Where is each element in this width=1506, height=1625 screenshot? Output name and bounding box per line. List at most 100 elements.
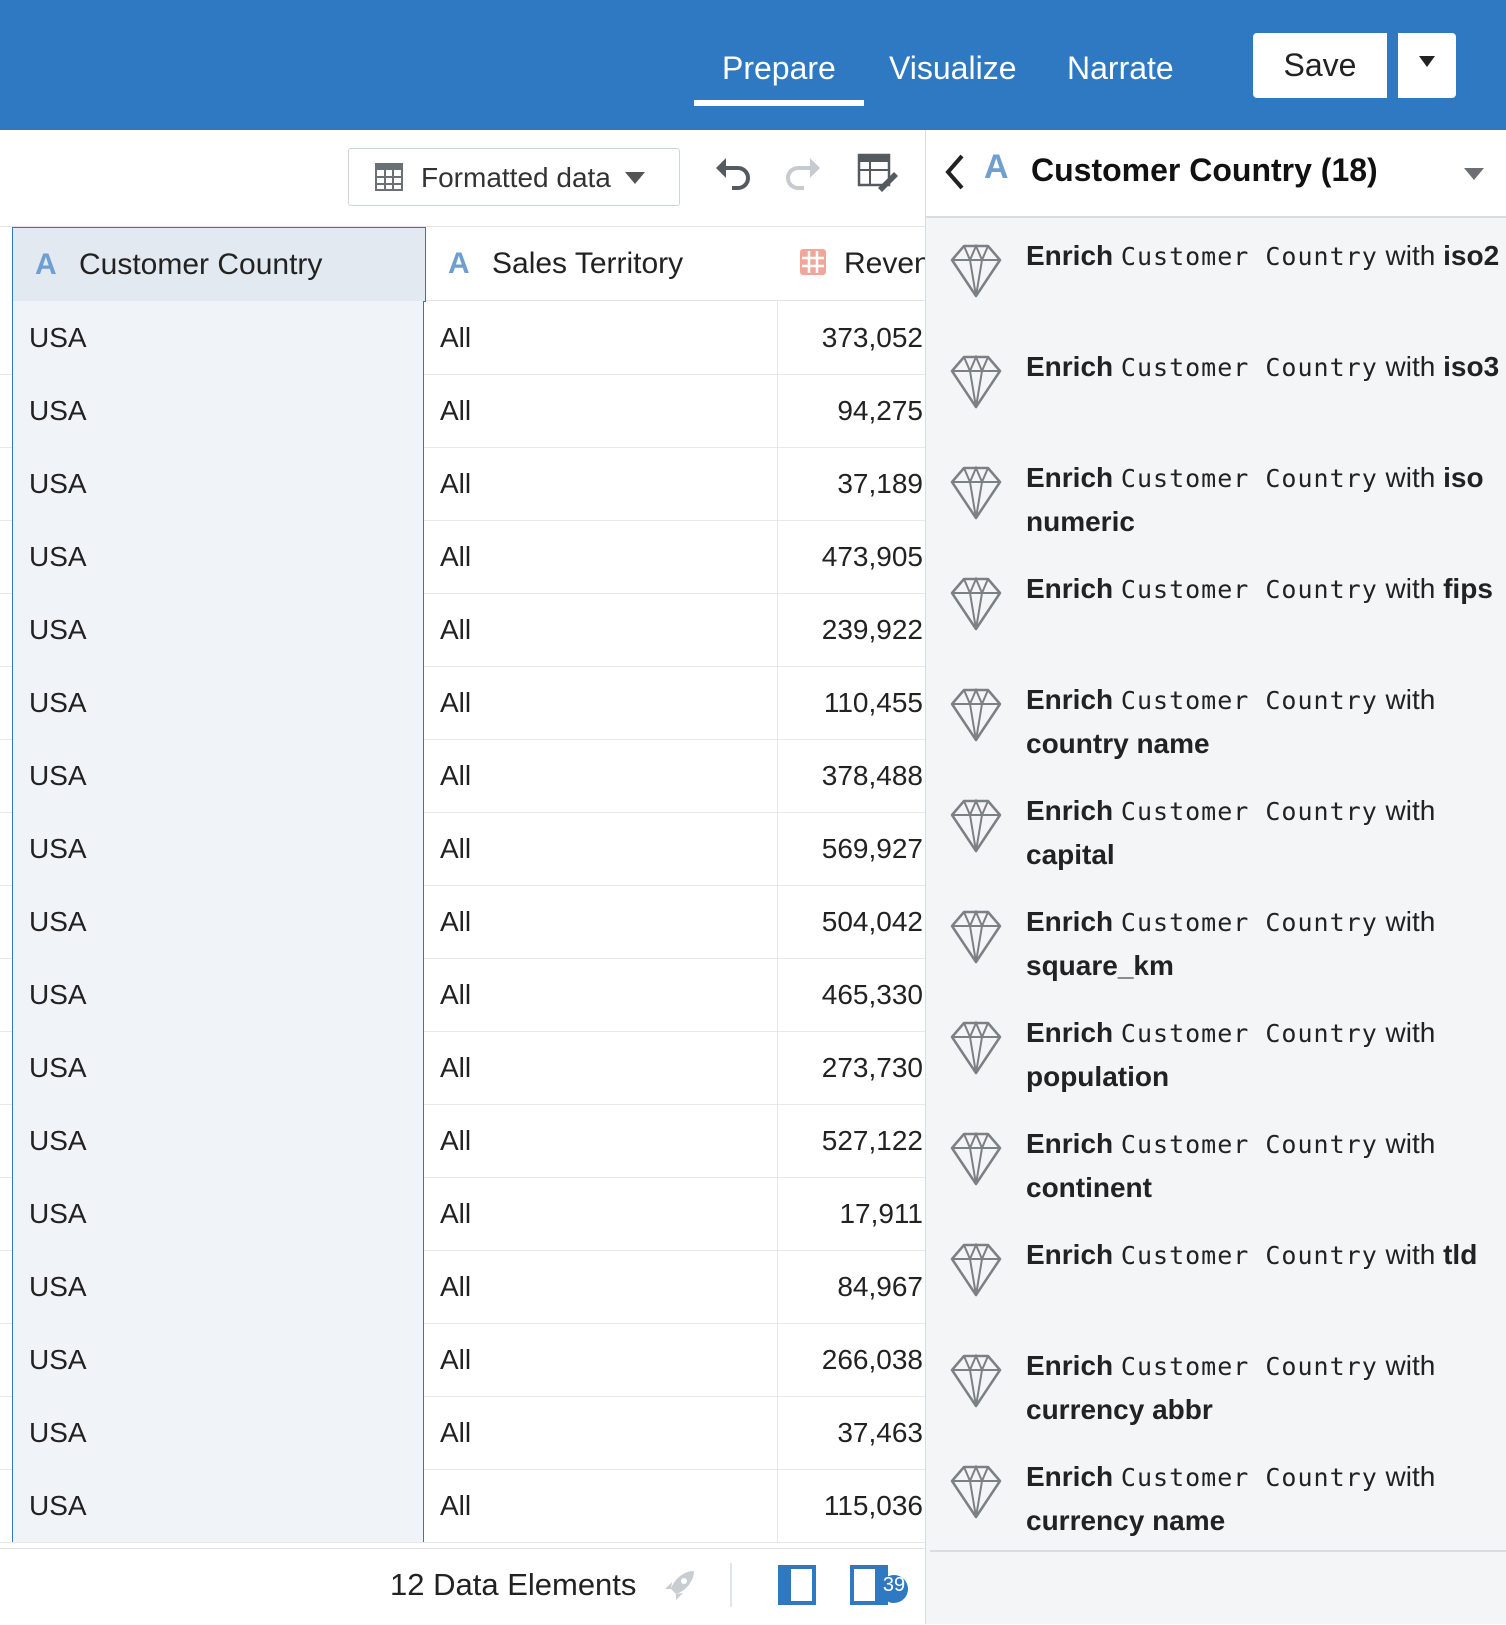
- enrich-recommendation-item[interactable]: Enrich Customer Country with continent: [930, 1106, 1506, 1219]
- cell-sales-territory[interactable]: All: [426, 958, 778, 1031]
- enrich-recommendation-item[interactable]: Enrich Customer Country with currency ab…: [930, 1328, 1506, 1441]
- cell-sales-territory[interactable]: All: [426, 666, 778, 739]
- cell-customer-country[interactable]: USA: [12, 374, 424, 447]
- cell-customer-country[interactable]: USA: [12, 885, 424, 958]
- panel-toggle-icon[interactable]: [778, 1565, 816, 1605]
- save-menu-button[interactable]: [1398, 33, 1456, 98]
- enrich-recommendation-item[interactable]: Enrich Customer Country with tld: [930, 1217, 1506, 1330]
- cell-sales-territory[interactable]: All: [426, 447, 778, 520]
- cell-customer-country[interactable]: USA: [12, 739, 424, 812]
- column-header-sales-territory[interactable]: A Sales Territory: [426, 227, 779, 301]
- enrich-attribute: population: [1026, 1061, 1170, 1092]
- cell-revenue[interactable]: 37,189: [778, 447, 923, 520]
- enrich-recommendation-item[interactable]: Enrich Customer Country with currency na…: [930, 1439, 1506, 1552]
- rocket-icon[interactable]: [660, 1565, 700, 1605]
- enrich-recommendation-item[interactable]: Enrich Customer Country with square_km: [930, 884, 1506, 997]
- diamond-icon: [950, 1020, 1002, 1075]
- table-row: USA All 373,052: [0, 301, 925, 375]
- enrich-recommendation-item[interactable]: Enrich Customer Country with capital: [930, 773, 1506, 886]
- table-row: USA All 239,922: [0, 593, 925, 667]
- column-header-revenue[interactable]: Reven: [778, 227, 925, 301]
- cell-revenue[interactable]: 273,730: [778, 1031, 923, 1104]
- cell-customer-country[interactable]: USA: [12, 1177, 424, 1250]
- cell-revenue[interactable]: 84,967: [778, 1250, 923, 1323]
- table-row: USA All 17,911: [0, 1177, 925, 1251]
- cell-sales-territory[interactable]: All: [426, 301, 778, 374]
- cell-sales-territory[interactable]: All: [426, 374, 778, 447]
- table-row: USA All 273,730: [0, 1031, 925, 1105]
- cell-customer-country[interactable]: USA: [12, 593, 424, 666]
- cell-revenue[interactable]: 94,275: [778, 374, 923, 447]
- cell-revenue[interactable]: 465,330: [778, 958, 923, 1031]
- tab-visualize[interactable]: Visualize: [889, 48, 1016, 88]
- tab-prepare[interactable]: Prepare: [694, 48, 864, 106]
- chevron-down-icon: [625, 172, 645, 184]
- back-chevron-icon[interactable]: [942, 152, 968, 192]
- cell-revenue[interactable]: 527,122: [778, 1104, 923, 1177]
- cell-revenue[interactable]: 239,922: [778, 593, 923, 666]
- cell-sales-territory[interactable]: All: [426, 739, 778, 812]
- enrich-with: with: [1385, 462, 1436, 493]
- cell-revenue[interactable]: 378,488: [778, 739, 923, 812]
- enrich-recommendation-item[interactable]: Enrich Customer Country with iso numeric: [930, 440, 1506, 553]
- cell-revenue[interactable]: 504,042: [778, 885, 923, 958]
- edit-grid-icon[interactable]: [856, 152, 898, 194]
- text-attribute-icon: A: [448, 247, 470, 280]
- enrich-recommendation-item[interactable]: Enrich Customer Country with iso2: [930, 218, 1506, 331]
- cell-sales-territory[interactable]: All: [426, 1469, 778, 1542]
- cell-customer-country[interactable]: USA: [12, 1031, 424, 1104]
- undo-icon[interactable]: [712, 152, 754, 194]
- cell-sales-territory[interactable]: All: [426, 593, 778, 666]
- cell-customer-country[interactable]: USA: [12, 301, 424, 374]
- cell-customer-country[interactable]: USA: [12, 1323, 424, 1396]
- enrich-recommendation-item[interactable]: Enrich Customer Country with fips: [930, 551, 1506, 664]
- cell-customer-country[interactable]: USA: [12, 666, 424, 739]
- enrich-with: with: [1385, 1017, 1436, 1048]
- table-icon: [375, 163, 403, 191]
- cell-sales-territory[interactable]: All: [426, 1396, 778, 1469]
- cell-sales-territory[interactable]: All: [426, 1323, 778, 1396]
- cell-sales-territory[interactable]: All: [426, 812, 778, 885]
- enrich-recommendation-item[interactable]: Enrich Customer Country with country nam…: [930, 662, 1506, 775]
- enrich-word: Enrich: [1026, 573, 1114, 604]
- enrich-with: with: [1385, 795, 1436, 826]
- cell-customer-country[interactable]: USA: [12, 812, 424, 885]
- cell-customer-country[interactable]: USA: [12, 520, 424, 593]
- cell-revenue[interactable]: 266,038: [778, 1323, 923, 1396]
- redo-icon[interactable]: [782, 152, 824, 194]
- cell-revenue[interactable]: 17,911: [778, 1177, 923, 1250]
- formatted-data-dropdown[interactable]: Formatted data: [348, 148, 680, 206]
- cell-revenue[interactable]: 115,036: [778, 1469, 923, 1542]
- enrich-recommendation-item[interactable]: Enrich Customer Country with population: [930, 995, 1506, 1108]
- enrich-word: Enrich: [1026, 1350, 1114, 1381]
- cell-sales-territory[interactable]: All: [426, 1104, 778, 1177]
- cell-customer-country[interactable]: USA: [12, 958, 424, 1031]
- cell-customer-country[interactable]: USA: [12, 1104, 424, 1177]
- cell-revenue[interactable]: 37,463: [778, 1396, 923, 1469]
- cell-customer-country[interactable]: USA: [12, 1469, 424, 1542]
- cell-revenue[interactable]: 373,052: [778, 301, 923, 374]
- column-header-customer-country[interactable]: A Customer Country: [12, 227, 426, 302]
- cell-sales-territory[interactable]: All: [426, 1177, 778, 1250]
- cell-sales-territory[interactable]: All: [426, 1031, 778, 1104]
- enrich-text: Enrich Customer Country with fips: [1026, 567, 1506, 611]
- enrich-text: Enrich Customer Country with square_km: [1026, 900, 1506, 987]
- cell-sales-territory[interactable]: All: [426, 885, 778, 958]
- tab-narrate[interactable]: Narrate: [1067, 48, 1174, 88]
- cell-customer-country[interactable]: USA: [12, 1396, 424, 1469]
- diamond-icon: [950, 1464, 1002, 1519]
- save-button[interactable]: Save: [1253, 33, 1387, 98]
- cell-sales-territory[interactable]: All: [426, 1250, 778, 1323]
- enrich-attribute: iso3: [1443, 351, 1500, 382]
- cell-sales-territory[interactable]: All: [426, 520, 778, 593]
- enrich-word: Enrich: [1026, 462, 1114, 493]
- cell-customer-country[interactable]: USA: [12, 1250, 424, 1323]
- cell-revenue[interactable]: 569,927: [778, 812, 923, 885]
- cell-revenue[interactable]: 473,905: [778, 520, 923, 593]
- table-row: USA All 266,038: [0, 1323, 925, 1397]
- cell-customer-country[interactable]: USA: [12, 447, 424, 520]
- enrich-recommendation-item[interactable]: Enrich Customer Country with iso3: [930, 329, 1506, 442]
- cell-revenue[interactable]: 110,455: [778, 666, 923, 739]
- chevron-down-icon[interactable]: [1464, 168, 1484, 180]
- diamond-icon: [950, 354, 1002, 409]
